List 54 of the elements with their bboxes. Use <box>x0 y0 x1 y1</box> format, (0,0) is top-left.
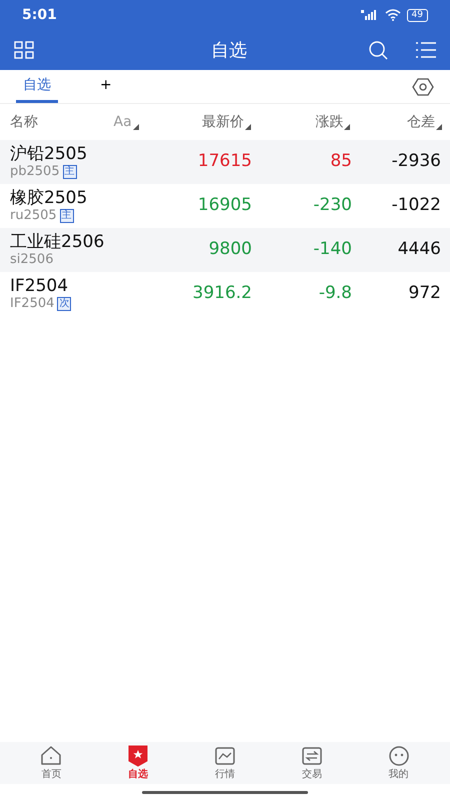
line-chart-icon <box>214 744 236 766</box>
star-tag-icon <box>128 744 148 766</box>
quote-row[interactable]: 工业硅2506 si2506 9800 -140 4446 <box>0 228 450 272</box>
open-interest-change: -2936 <box>390 150 441 174</box>
open-interest-change: 972 <box>408 282 441 306</box>
page-title: 自选 <box>211 38 247 62</box>
nav-tab[interactable]: 首页 <box>21 744 82 782</box>
last-price: 9800 <box>208 238 252 262</box>
swap-arrows-icon <box>300 744 323 766</box>
column-header[interactable]: 仓差 <box>407 112 435 132</box>
contract-name: 工业硅2506 <box>10 232 106 252</box>
status-time: 5:01 <box>22 6 57 24</box>
contract-tag: 主 <box>62 165 77 179</box>
nav-tab[interactable]: 我的 <box>368 744 429 782</box>
quote-row[interactable]: 沪铅2505 pb2505 主 17615 85 -2936 <box>0 140 450 184</box>
price-change: 85 <box>329 150 352 174</box>
signal-icon <box>360 10 379 20</box>
contract-code: ru2505 <box>10 208 57 224</box>
battery-indicator: 49 <box>406 8 428 22</box>
contract-tag: 次 <box>57 297 72 311</box>
price-change: -140 <box>312 238 352 262</box>
nav-tab[interactable]: 行情 <box>194 744 255 782</box>
last-price: 16905 <box>196 194 252 218</box>
tab[interactable]: + <box>94 70 118 103</box>
sort-icon <box>132 124 139 130</box>
column-header[interactable]: 涨跌 <box>315 112 344 132</box>
menu-icon[interactable] <box>416 42 436 58</box>
contract-code: IF2504 <box>10 296 54 312</box>
contract-name: IF2504 <box>10 276 70 296</box>
sort-icon <box>436 124 442 130</box>
price-change: -230 <box>312 194 352 218</box>
last-price: 3916.2 <box>192 282 252 306</box>
last-price: 17615 <box>196 150 252 174</box>
contract-tag: 主 <box>60 209 74 223</box>
search-icon[interactable] <box>368 40 388 60</box>
contract-code: si2506 <box>10 252 54 268</box>
contract-name: 橡胶2505 <box>10 188 88 208</box>
house-icon <box>40 744 62 766</box>
sort-icon <box>244 124 251 130</box>
tab[interactable]: 自选 <box>16 70 58 103</box>
column-header[interactable]: 最新价 <box>202 112 244 132</box>
open-interest-change: -1022 <box>390 194 441 218</box>
column-header: 名称 <box>10 112 39 132</box>
contract-code: pb2505 <box>10 164 60 180</box>
open-interest-change: 4446 <box>396 238 441 262</box>
smiley-icon <box>388 744 410 766</box>
sort-icon <box>344 124 350 130</box>
nav-tab[interactable]: 自选 <box>108 744 168 782</box>
eye-icon[interactable] <box>412 78 434 96</box>
price-change: -9.8 <box>318 282 352 306</box>
contract-name: 沪铅2505 <box>10 144 88 164</box>
wifi-icon <box>384 9 401 21</box>
grid-icon[interactable] <box>14 41 34 59</box>
nav-tab[interactable]: 交易 <box>282 744 342 782</box>
